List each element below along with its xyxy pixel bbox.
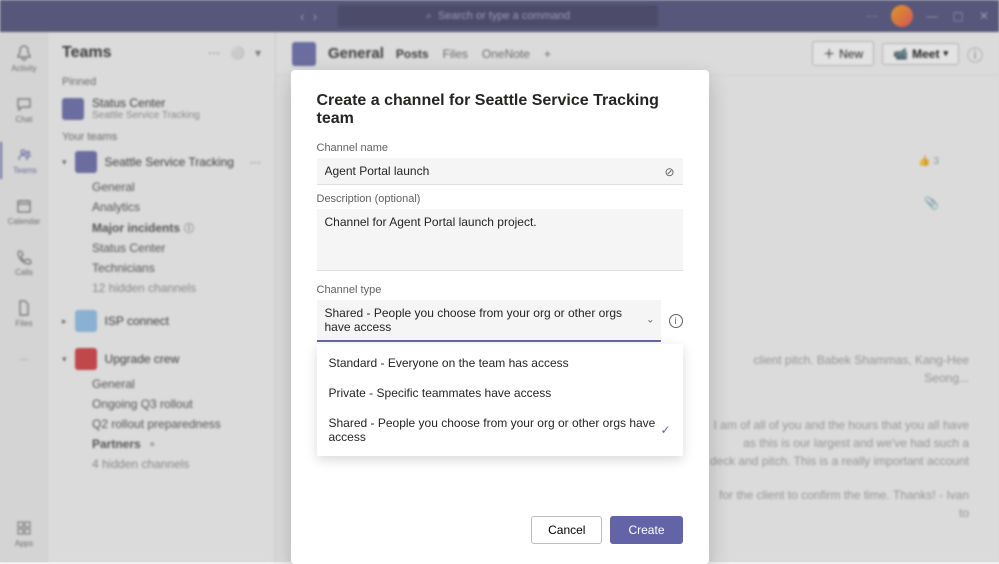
selected-value: Shared - People you choose from your org… xyxy=(325,306,623,334)
option-label: Standard - Everyone on the team has acce… xyxy=(329,356,569,370)
desc-label: Description (optional) xyxy=(317,193,683,205)
option-standard[interactable]: Standard - Everyone on the team has acce… xyxy=(317,348,683,378)
name-label: Channel name xyxy=(317,142,683,154)
modal-overlay: Create a channel for Seattle Service Tra… xyxy=(0,0,999,562)
option-label: Private - Specific teammates have access xyxy=(329,386,552,400)
check-icon: ✓ xyxy=(660,423,670,437)
info-icon[interactable]: i xyxy=(669,314,683,328)
option-private[interactable]: Private - Specific teammates have access xyxy=(317,378,683,408)
check-circle-icon: ⊘ xyxy=(664,165,674,179)
option-label: Shared - People you choose from your org… xyxy=(329,416,661,444)
modal-title: Create a channel for Seattle Service Tra… xyxy=(317,92,683,128)
channel-name-input[interactable] xyxy=(317,158,683,185)
create-button[interactable]: Create xyxy=(610,516,682,544)
cancel-button[interactable]: Cancel xyxy=(531,516,602,544)
chevron-down-icon: ⌄ xyxy=(646,315,654,326)
create-channel-modal: Create a channel for Seattle Service Tra… xyxy=(291,70,709,564)
channel-type-select[interactable]: Shared - People you choose from your org… xyxy=(317,300,661,342)
option-shared[interactable]: Shared - People you choose from your org… xyxy=(317,408,683,452)
channel-type-dropdown: Standard - Everyone on the team has acce… xyxy=(317,344,683,456)
description-input[interactable] xyxy=(317,209,683,271)
type-label: Channel type xyxy=(317,284,683,296)
